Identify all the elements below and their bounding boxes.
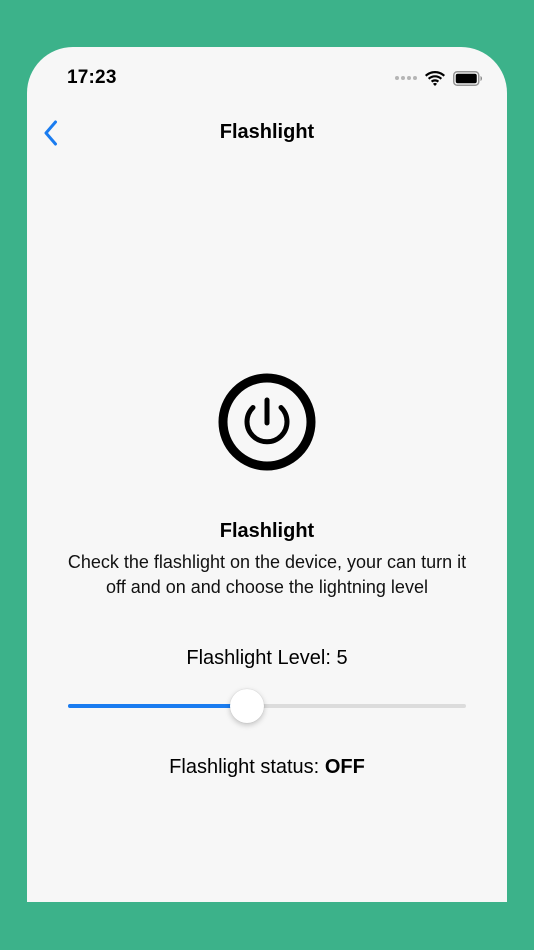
power-icon: [218, 373, 316, 471]
flashlight-level-slider[interactable]: [68, 689, 466, 723]
navigation-bar: Flashlight: [27, 109, 507, 157]
status-bar: 17:23: [27, 47, 507, 107]
cellular-signal-icon: [395, 76, 417, 80]
flashlight-level-label: Flashlight Level: 5: [186, 647, 348, 669]
slider-fill: [68, 704, 248, 708]
status-time: 17:23: [67, 67, 117, 88]
wifi-icon: [425, 70, 445, 86]
nav-title: Flashlight: [219, 121, 315, 143]
phone-screen: 17:23 Flashlight Flashlight Check the fl…: [27, 47, 507, 902]
feature-description: Check the flashlight on the device, your…: [67, 552, 467, 597]
status-icons: [395, 69, 483, 87]
status-label: Flashlight status:: [169, 756, 320, 778]
feature-title: Flashlight: [219, 520, 315, 542]
power-toggle-button[interactable]: [217, 372, 317, 472]
battery-icon: [453, 70, 482, 86]
status-value: OFF: [324, 756, 365, 778]
flashlight-status: Flashlight status: OFF: [27, 756, 507, 779]
slider-thumb[interactable]: [230, 689, 265, 723]
